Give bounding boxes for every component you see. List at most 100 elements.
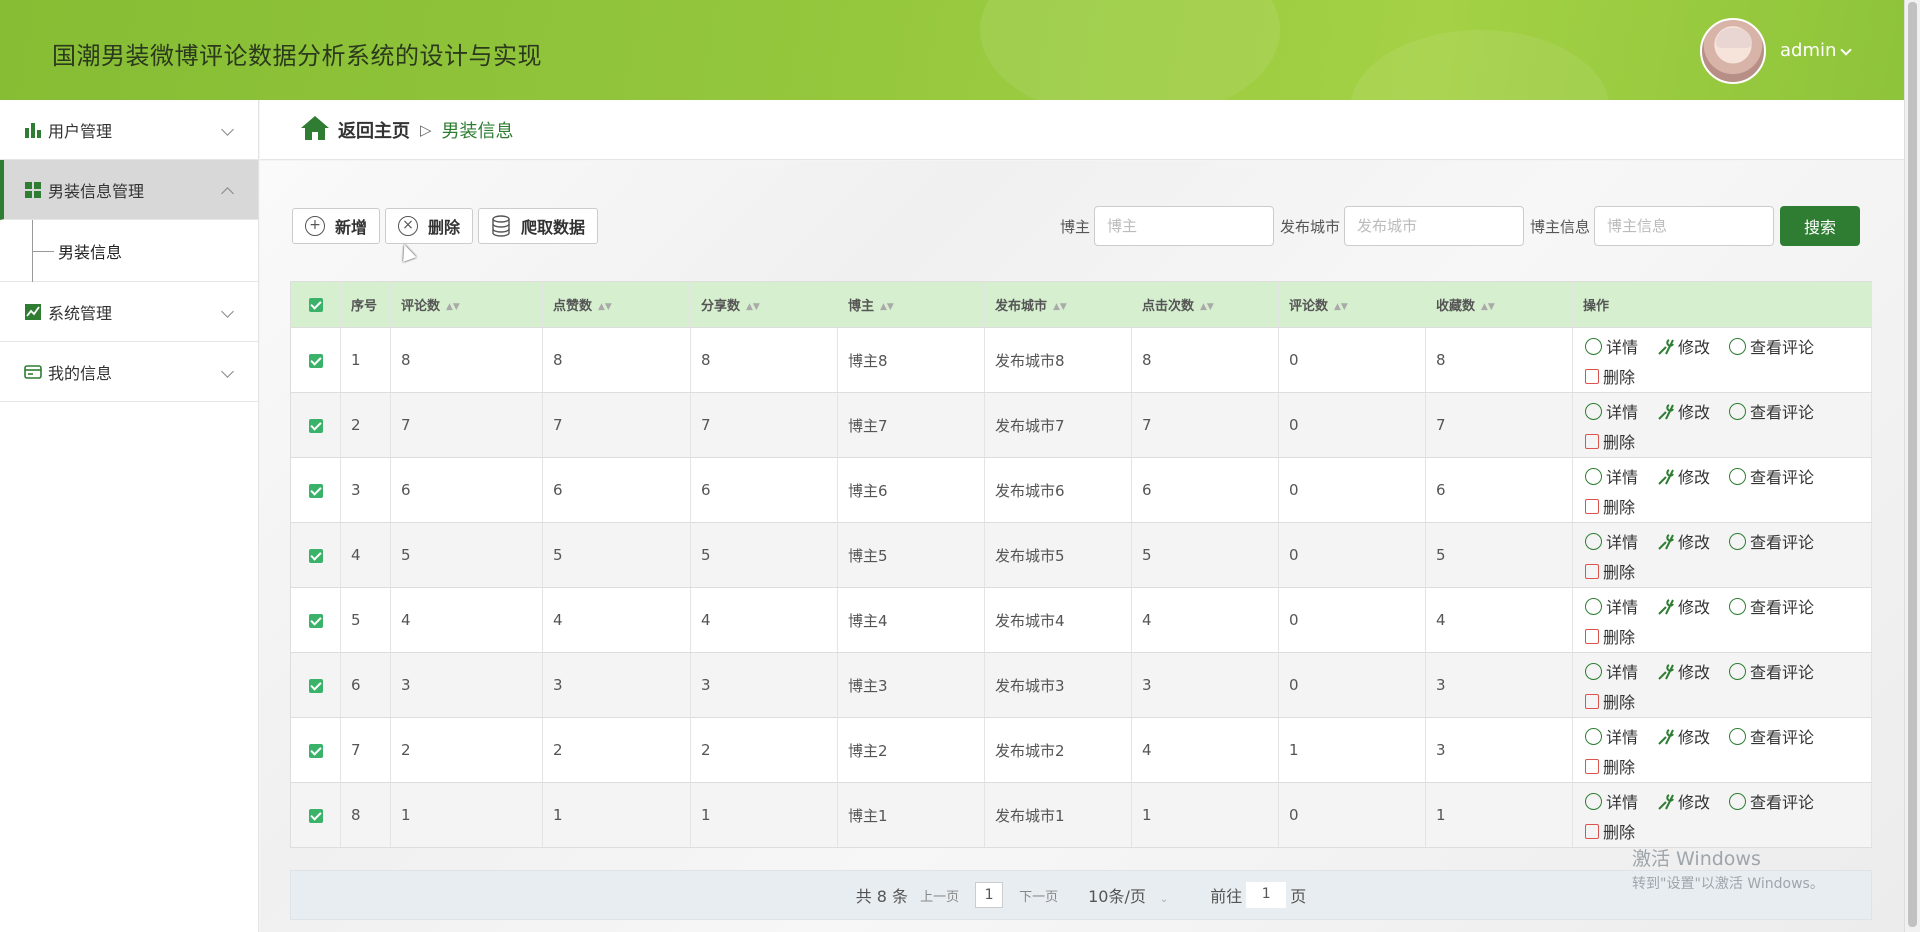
table-cell: 4 bbox=[1131, 587, 1279, 653]
row-delete-button[interactable]: 删除 bbox=[1585, 429, 1635, 453]
chevron-down-icon[interactable] bbox=[1840, 44, 1852, 56]
row-checkbox[interactable] bbox=[308, 743, 323, 758]
user-name[interactable]: admin bbox=[1780, 40, 1836, 61]
column-header[interactable]: 分享数 ▲▼ bbox=[690, 281, 838, 328]
sidebar-item-system[interactable]: 系统管理 bbox=[0, 282, 258, 342]
row-checkbox-cell[interactable] bbox=[290, 327, 341, 393]
edit-button[interactable]: 修改 bbox=[1657, 724, 1710, 748]
edit-button[interactable]: 修改 bbox=[1657, 659, 1710, 683]
sort-icon[interactable]: ▲▼ bbox=[746, 302, 760, 312]
sidebar-item-my-info[interactable]: 我的信息 bbox=[0, 342, 258, 402]
column-header[interactable]: 点赞数 ▲▼ bbox=[542, 281, 691, 328]
sort-icon[interactable]: ▲▼ bbox=[598, 302, 612, 312]
view-comments-button[interactable]: 查看评论 bbox=[1729, 724, 1814, 748]
row-checkbox[interactable] bbox=[308, 353, 323, 368]
row-checkbox[interactable] bbox=[308, 483, 323, 498]
row-checkbox-cell[interactable] bbox=[290, 522, 341, 588]
detail-button[interactable]: 详情 bbox=[1585, 399, 1638, 423]
sort-icon[interactable]: ▲▼ bbox=[446, 302, 460, 312]
row-checkbox[interactable] bbox=[308, 613, 323, 628]
cell-value: 2 bbox=[351, 416, 361, 434]
row-checkbox[interactable] bbox=[308, 548, 323, 563]
detail-button[interactable]: 详情 bbox=[1585, 789, 1638, 813]
sort-icon[interactable]: ▲▼ bbox=[1334, 302, 1348, 312]
row-checkbox-cell[interactable] bbox=[290, 392, 341, 458]
search-button[interactable]: 搜索 bbox=[1780, 206, 1860, 246]
avatar[interactable] bbox=[1700, 18, 1766, 84]
row-checkbox-cell[interactable] bbox=[290, 652, 341, 718]
view-comments-button[interactable]: 查看评论 bbox=[1729, 399, 1814, 423]
view-comments-button[interactable]: 查看评论 bbox=[1729, 529, 1814, 553]
row-delete-button[interactable]: 删除 bbox=[1585, 624, 1635, 648]
edit-button[interactable]: 修改 bbox=[1657, 464, 1710, 488]
row-checkbox-cell[interactable] bbox=[290, 717, 341, 783]
detail-button[interactable]: 详情 bbox=[1585, 529, 1638, 553]
sort-icon[interactable]: ▲▼ bbox=[1481, 302, 1495, 312]
sort-icon[interactable]: ▲▼ bbox=[880, 302, 894, 312]
add-button[interactable]: + 新增 bbox=[292, 208, 381, 244]
column-header[interactable]: 评论数 ▲▼ bbox=[390, 281, 543, 328]
column-header[interactable]: 博主 ▲▼ bbox=[837, 281, 985, 328]
sort-icon[interactable]: ▲▼ bbox=[1200, 302, 1214, 312]
view-comments-button[interactable]: 查看评论 bbox=[1729, 334, 1814, 358]
goto-page-input[interactable]: 1 bbox=[1246, 882, 1287, 908]
edit-button[interactable]: 修改 bbox=[1657, 334, 1710, 358]
column-header[interactable]: 点击次数 ▲▼ bbox=[1131, 281, 1279, 328]
vertical-scrollbar[interactable] bbox=[1904, 0, 1920, 932]
row-checkbox[interactable] bbox=[308, 808, 323, 823]
row-delete-button[interactable]: 删除 bbox=[1585, 689, 1635, 713]
prev-page-button[interactable]: 上一页 bbox=[920, 886, 959, 905]
row-delete-button[interactable]: 删除 bbox=[1585, 559, 1635, 583]
edit-button[interactable]: 修改 bbox=[1657, 399, 1710, 423]
row-checkbox-cell[interactable] bbox=[290, 457, 341, 523]
column-header-label: 发布城市 bbox=[995, 299, 1048, 314]
detail-button[interactable]: 详情 bbox=[1585, 594, 1638, 618]
table-cell: 4 bbox=[690, 587, 838, 653]
scrollbar-thumb[interactable] bbox=[1908, 2, 1917, 927]
delete-button[interactable]: × 删除 bbox=[385, 208, 474, 244]
cell-value: 0 bbox=[1289, 676, 1299, 694]
row-delete-button[interactable]: 删除 bbox=[1585, 819, 1635, 843]
row-delete-button[interactable]: 删除 bbox=[1585, 494, 1635, 518]
row-checkbox[interactable] bbox=[308, 678, 323, 693]
detail-button[interactable]: 详情 bbox=[1585, 659, 1638, 683]
select-all-cell[interactable] bbox=[290, 281, 341, 328]
view-comments-button[interactable]: 查看评论 bbox=[1729, 464, 1814, 488]
city-input[interactable] bbox=[1343, 206, 1524, 246]
cell-value: 8 bbox=[1436, 351, 1446, 369]
row-checkbox[interactable] bbox=[308, 418, 323, 433]
cell-value: 7 bbox=[401, 416, 411, 434]
row-checkbox-cell[interactable] bbox=[290, 782, 341, 848]
breadcrumb-home-link[interactable]: 返回主页 bbox=[338, 117, 410, 143]
select-all-checkbox[interactable] bbox=[308, 297, 323, 312]
sidebar-subitem-menswear-info[interactable]: 男装信息 bbox=[0, 220, 258, 282]
view-comments-button[interactable]: 查看评论 bbox=[1729, 659, 1814, 683]
view-comments-button[interactable]: 查看评论 bbox=[1729, 789, 1814, 813]
edit-button[interactable]: 修改 bbox=[1657, 594, 1710, 618]
row-checkbox-cell[interactable] bbox=[290, 587, 341, 653]
current-page[interactable]: 1 bbox=[975, 882, 1004, 908]
row-delete-button[interactable]: 删除 bbox=[1585, 754, 1635, 778]
cell-value: 发布城市4 bbox=[995, 611, 1065, 630]
column-header[interactable]: 收藏数 ▲▼ bbox=[1425, 281, 1573, 328]
edit-button[interactable]: 修改 bbox=[1657, 789, 1710, 813]
cell-value: 博主5 bbox=[848, 546, 888, 565]
column-header[interactable]: 发布城市 ▲▼ bbox=[984, 281, 1132, 328]
home-icon[interactable] bbox=[300, 115, 330, 145]
table-cell: 3 bbox=[542, 652, 691, 718]
sort-icon[interactable]: ▲▼ bbox=[1053, 302, 1067, 312]
detail-button[interactable]: 详情 bbox=[1585, 464, 1638, 488]
row-delete-button[interactable]: 删除 bbox=[1585, 364, 1635, 388]
edit-button[interactable]: 修改 bbox=[1657, 529, 1710, 553]
detail-button[interactable]: 详情 bbox=[1585, 334, 1638, 358]
crawl-data-button[interactable]: 爬取数据 bbox=[478, 208, 599, 244]
sidebar-item-users[interactable]: 用户管理 bbox=[0, 100, 258, 160]
blogger-info-input[interactable] bbox=[1594, 206, 1774, 246]
sidebar-item-menswear[interactable]: 男装信息管理 bbox=[0, 160, 258, 220]
blogger-input[interactable] bbox=[1093, 206, 1274, 246]
column-header[interactable]: 评论数 ▲▼ bbox=[1278, 281, 1426, 328]
view-comments-button[interactable]: 查看评论 bbox=[1729, 594, 1814, 618]
page-size-select[interactable]: 10条/页 ⌄ bbox=[1088, 883, 1168, 907]
next-page-button[interactable]: 下一页 bbox=[1019, 886, 1058, 905]
detail-button[interactable]: 详情 bbox=[1585, 724, 1638, 748]
